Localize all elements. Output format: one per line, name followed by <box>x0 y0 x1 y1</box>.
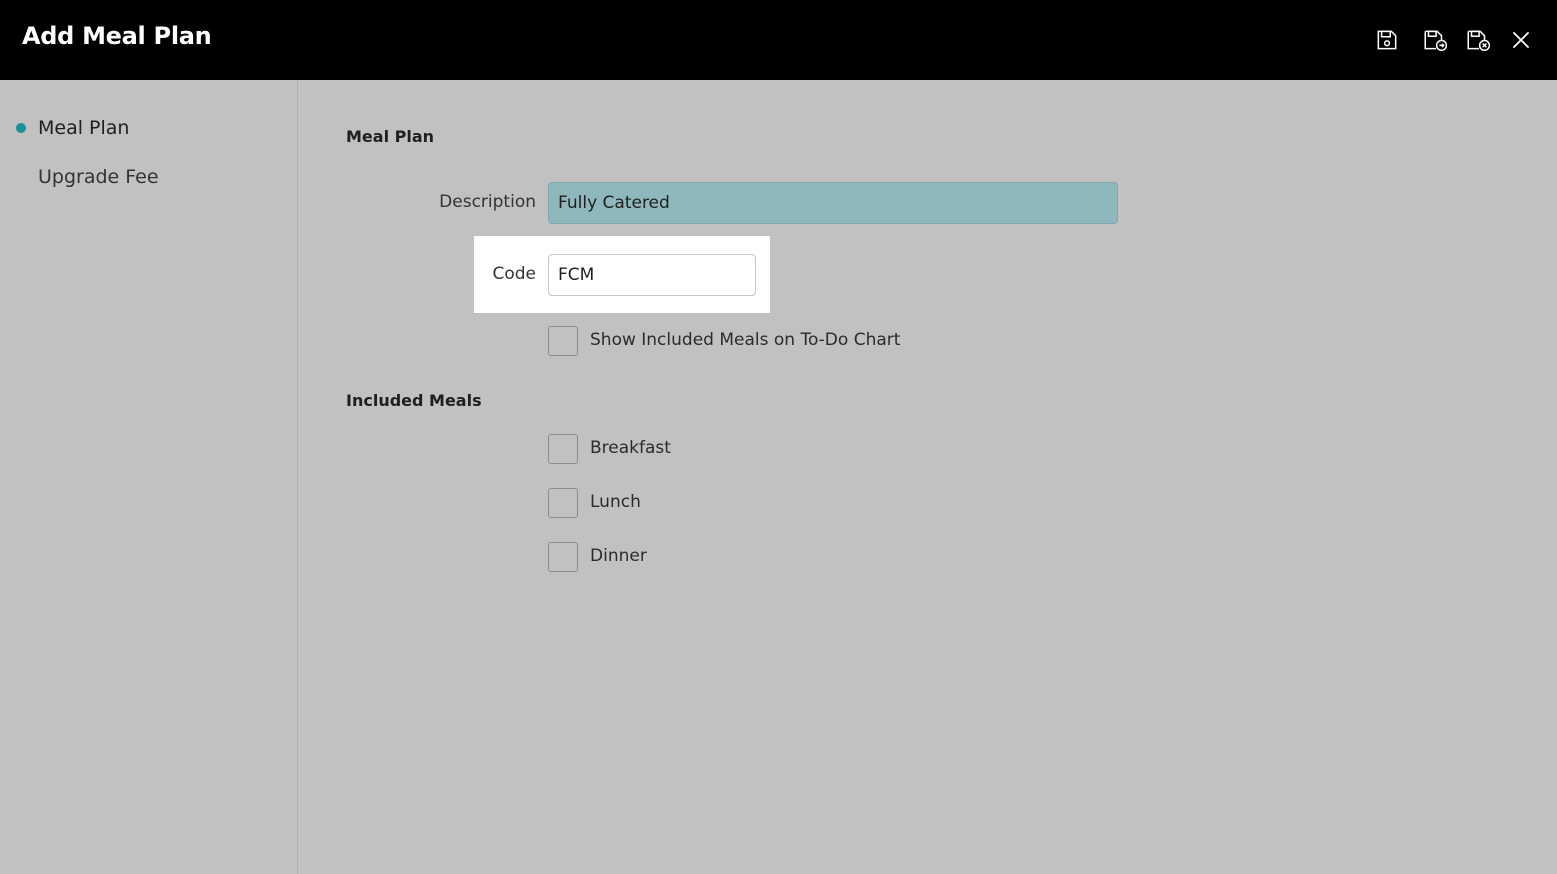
section-title-meal-plan: Meal Plan <box>346 127 435 146</box>
description-label: Description <box>439 192 536 212</box>
show-meals-label: Show Included Meals on To-Do Chart <box>590 330 901 350</box>
breakfast-checkbox[interactable] <box>548 434 578 464</box>
section-title-included-meals: Included Meals <box>346 391 482 410</box>
code-label: Code <box>492 264 536 284</box>
sidebar: Meal Plan Upgrade Fee <box>0 80 298 874</box>
dinner-checkbox[interactable] <box>548 542 578 572</box>
dinner-label: Dinner <box>590 546 647 566</box>
header-bar: Add Meal Plan <box>0 0 1557 80</box>
save-and-new-icon[interactable] <box>1421 26 1449 54</box>
close-icon[interactable] <box>1507 26 1535 54</box>
save-and-close-icon[interactable] <box>1464 26 1492 54</box>
description-field[interactable]: Fully Catered <box>548 182 1118 224</box>
page-title: Add Meal Plan <box>22 22 212 50</box>
show-meals-checkbox[interactable] <box>548 326 578 356</box>
active-indicator-dot <box>16 123 26 133</box>
lunch-label: Lunch <box>590 492 641 512</box>
save-icon[interactable] <box>1373 26 1401 54</box>
code-field[interactable]: FCM <box>548 254 756 296</box>
breakfast-label: Breakfast <box>590 438 671 458</box>
lunch-checkbox[interactable] <box>548 488 578 518</box>
sidebar-item-meal-plan[interactable]: Meal Plan <box>38 117 129 139</box>
sidebar-item-upgrade-fee[interactable]: Upgrade Fee <box>38 166 159 188</box>
